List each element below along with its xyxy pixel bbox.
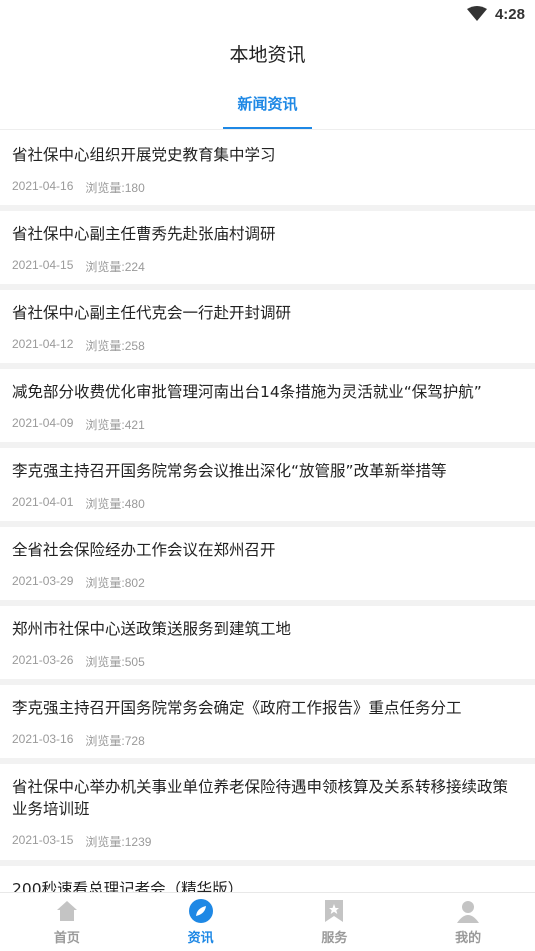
nav-profile-label: 我的 xyxy=(455,931,482,946)
news-meta: 2021-03-26 浏览量:505 xyxy=(12,653,523,670)
news-meta: 2021-04-09 浏览量:421 xyxy=(12,416,523,433)
news-meta: 2021-04-16 浏览量:180 xyxy=(12,179,523,196)
news-views: 浏览量:480 xyxy=(85,497,145,511)
news-date: 2021-04-16 xyxy=(12,179,74,193)
news-title: 200秒速看总理记者会（精华版） xyxy=(12,880,244,892)
news-item[interactable]: 全省社会保险经办工作会议在郑州召开 2021-03-29 浏览量:802 xyxy=(0,527,535,600)
news-title: 省社保中心组织开展党史教育集中学习 xyxy=(12,146,276,164)
bottom-nav: 首页 资讯 服务 我的 xyxy=(0,892,535,951)
news-meta: 2021-04-01 浏览量:480 xyxy=(12,495,523,512)
home-icon xyxy=(54,898,80,924)
news-date: 2021-04-01 xyxy=(12,495,74,509)
news-date: 2021-04-15 xyxy=(12,258,74,272)
news-views: 浏览量:258 xyxy=(85,339,145,353)
news-date: 2021-04-09 xyxy=(12,416,74,430)
news-item[interactable]: 郑州市社保中心送政策送服务到建筑工地 2021-03-26 浏览量:505 xyxy=(0,606,535,679)
nav-profile[interactable]: 我的 xyxy=(401,893,535,951)
nav-home[interactable]: 首页 xyxy=(0,893,134,951)
news-date: 2021-03-16 xyxy=(12,732,74,746)
news-views: 浏览量:1239 xyxy=(85,835,152,849)
news-meta: 2021-03-16 浏览量:728 xyxy=(12,732,523,749)
news-title: 全省社会保险经办工作会议在郑州召开 xyxy=(12,541,276,559)
news-title: 李克强主持召开国务院常务会确定《政府工作报告》重点任务分工 xyxy=(12,699,462,717)
news-item[interactable]: 省社保中心副主任代克会一行赴开封调研 2021-04-12 浏览量:258 xyxy=(0,290,535,363)
nav-home-label: 首页 xyxy=(53,931,80,946)
news-meta: 2021-04-15 浏览量:224 xyxy=(12,258,523,275)
news-meta: 2021-04-12 浏览量:258 xyxy=(12,337,523,354)
news-title: 省社保中心副主任代克会一行赴开封调研 xyxy=(12,304,292,322)
news-item[interactable]: 省社保中心举办机关事业单位养老保险待遇申领核算及关系转移接续政策业务培训班 20… xyxy=(0,764,535,860)
nav-service-label: 服务 xyxy=(321,931,348,946)
app-header: 本地资讯 xyxy=(0,28,535,78)
news-views: 浏览量:224 xyxy=(85,260,145,274)
service-icon xyxy=(321,898,347,924)
news-title: 郑州市社保中心送政策送服务到建筑工地 xyxy=(12,620,292,638)
news-list[interactable]: 省社保中心组织开展党史教育集中学习 2021-04-16 浏览量:180 省社保… xyxy=(0,132,535,892)
news-item[interactable]: 200秒速看总理记者会（精华版） xyxy=(0,866,535,892)
news-views: 浏览量:728 xyxy=(85,734,145,748)
news-date: 2021-03-26 xyxy=(12,653,74,667)
news-date: 2021-04-12 xyxy=(12,337,74,351)
news-item[interactable]: 李克强主持召开国务院常务会确定《政府工作报告》重点任务分工 2021-03-16… xyxy=(0,685,535,758)
news-title: 减免部分收费优化审批管理河南出台14条措施为灵活就业“保驾护航” xyxy=(12,383,482,401)
news-date: 2021-03-29 xyxy=(12,574,74,588)
news-meta: 2021-03-29 浏览量:802 xyxy=(12,574,523,591)
page-title: 本地资讯 xyxy=(229,43,306,66)
news-item[interactable]: 李克强主持召开国务院常务会议推出深化“放管服”改革新举措等 2021-04-01… xyxy=(0,448,535,521)
news-views: 浏览量:180 xyxy=(85,181,145,195)
news-views: 浏览量:505 xyxy=(85,655,145,669)
news-views: 浏览量:421 xyxy=(85,418,145,432)
news-item[interactable]: 减免部分收费优化审批管理河南出台14条措施为灵活就业“保驾护航” 2021-04… xyxy=(0,369,535,442)
tab-news-label: 新闻资讯 xyxy=(237,95,298,113)
nav-news[interactable]: 资讯 xyxy=(134,893,268,951)
status-bar: 4:28 xyxy=(0,0,535,28)
nav-news-label: 资讯 xyxy=(187,931,214,946)
news-title: 省社保中心举办机关事业单位养老保险待遇申领核算及关系转移接续政策业务培训班 xyxy=(12,778,509,818)
nav-service[interactable]: 服务 xyxy=(268,893,402,951)
tab-active-indicator xyxy=(223,127,312,129)
tab-news[interactable]: 新闻资讯 xyxy=(223,78,312,129)
wifi-icon xyxy=(466,6,487,22)
news-item[interactable]: 省社保中心组织开展党史教育集中学习 2021-04-16 浏览量:180 xyxy=(0,132,535,205)
news-meta: 2021-03-15 浏览量:1239 xyxy=(12,833,523,850)
status-time: 4:28 xyxy=(494,5,525,23)
news-views: 浏览量:802 xyxy=(85,576,145,590)
news-icon xyxy=(188,898,214,924)
tab-bar: 新闻资讯 xyxy=(0,78,535,130)
news-item[interactable]: 省社保中心副主任曹秀先赴张庙村调研 2021-04-15 浏览量:224 xyxy=(0,211,535,284)
profile-icon xyxy=(455,898,481,924)
news-title: 李克强主持召开国务院常务会议推出深化“放管服”改革新举措等 xyxy=(12,462,447,480)
news-title: 省社保中心副主任曹秀先赴张庙村调研 xyxy=(12,225,276,243)
news-date: 2021-03-15 xyxy=(12,833,74,847)
